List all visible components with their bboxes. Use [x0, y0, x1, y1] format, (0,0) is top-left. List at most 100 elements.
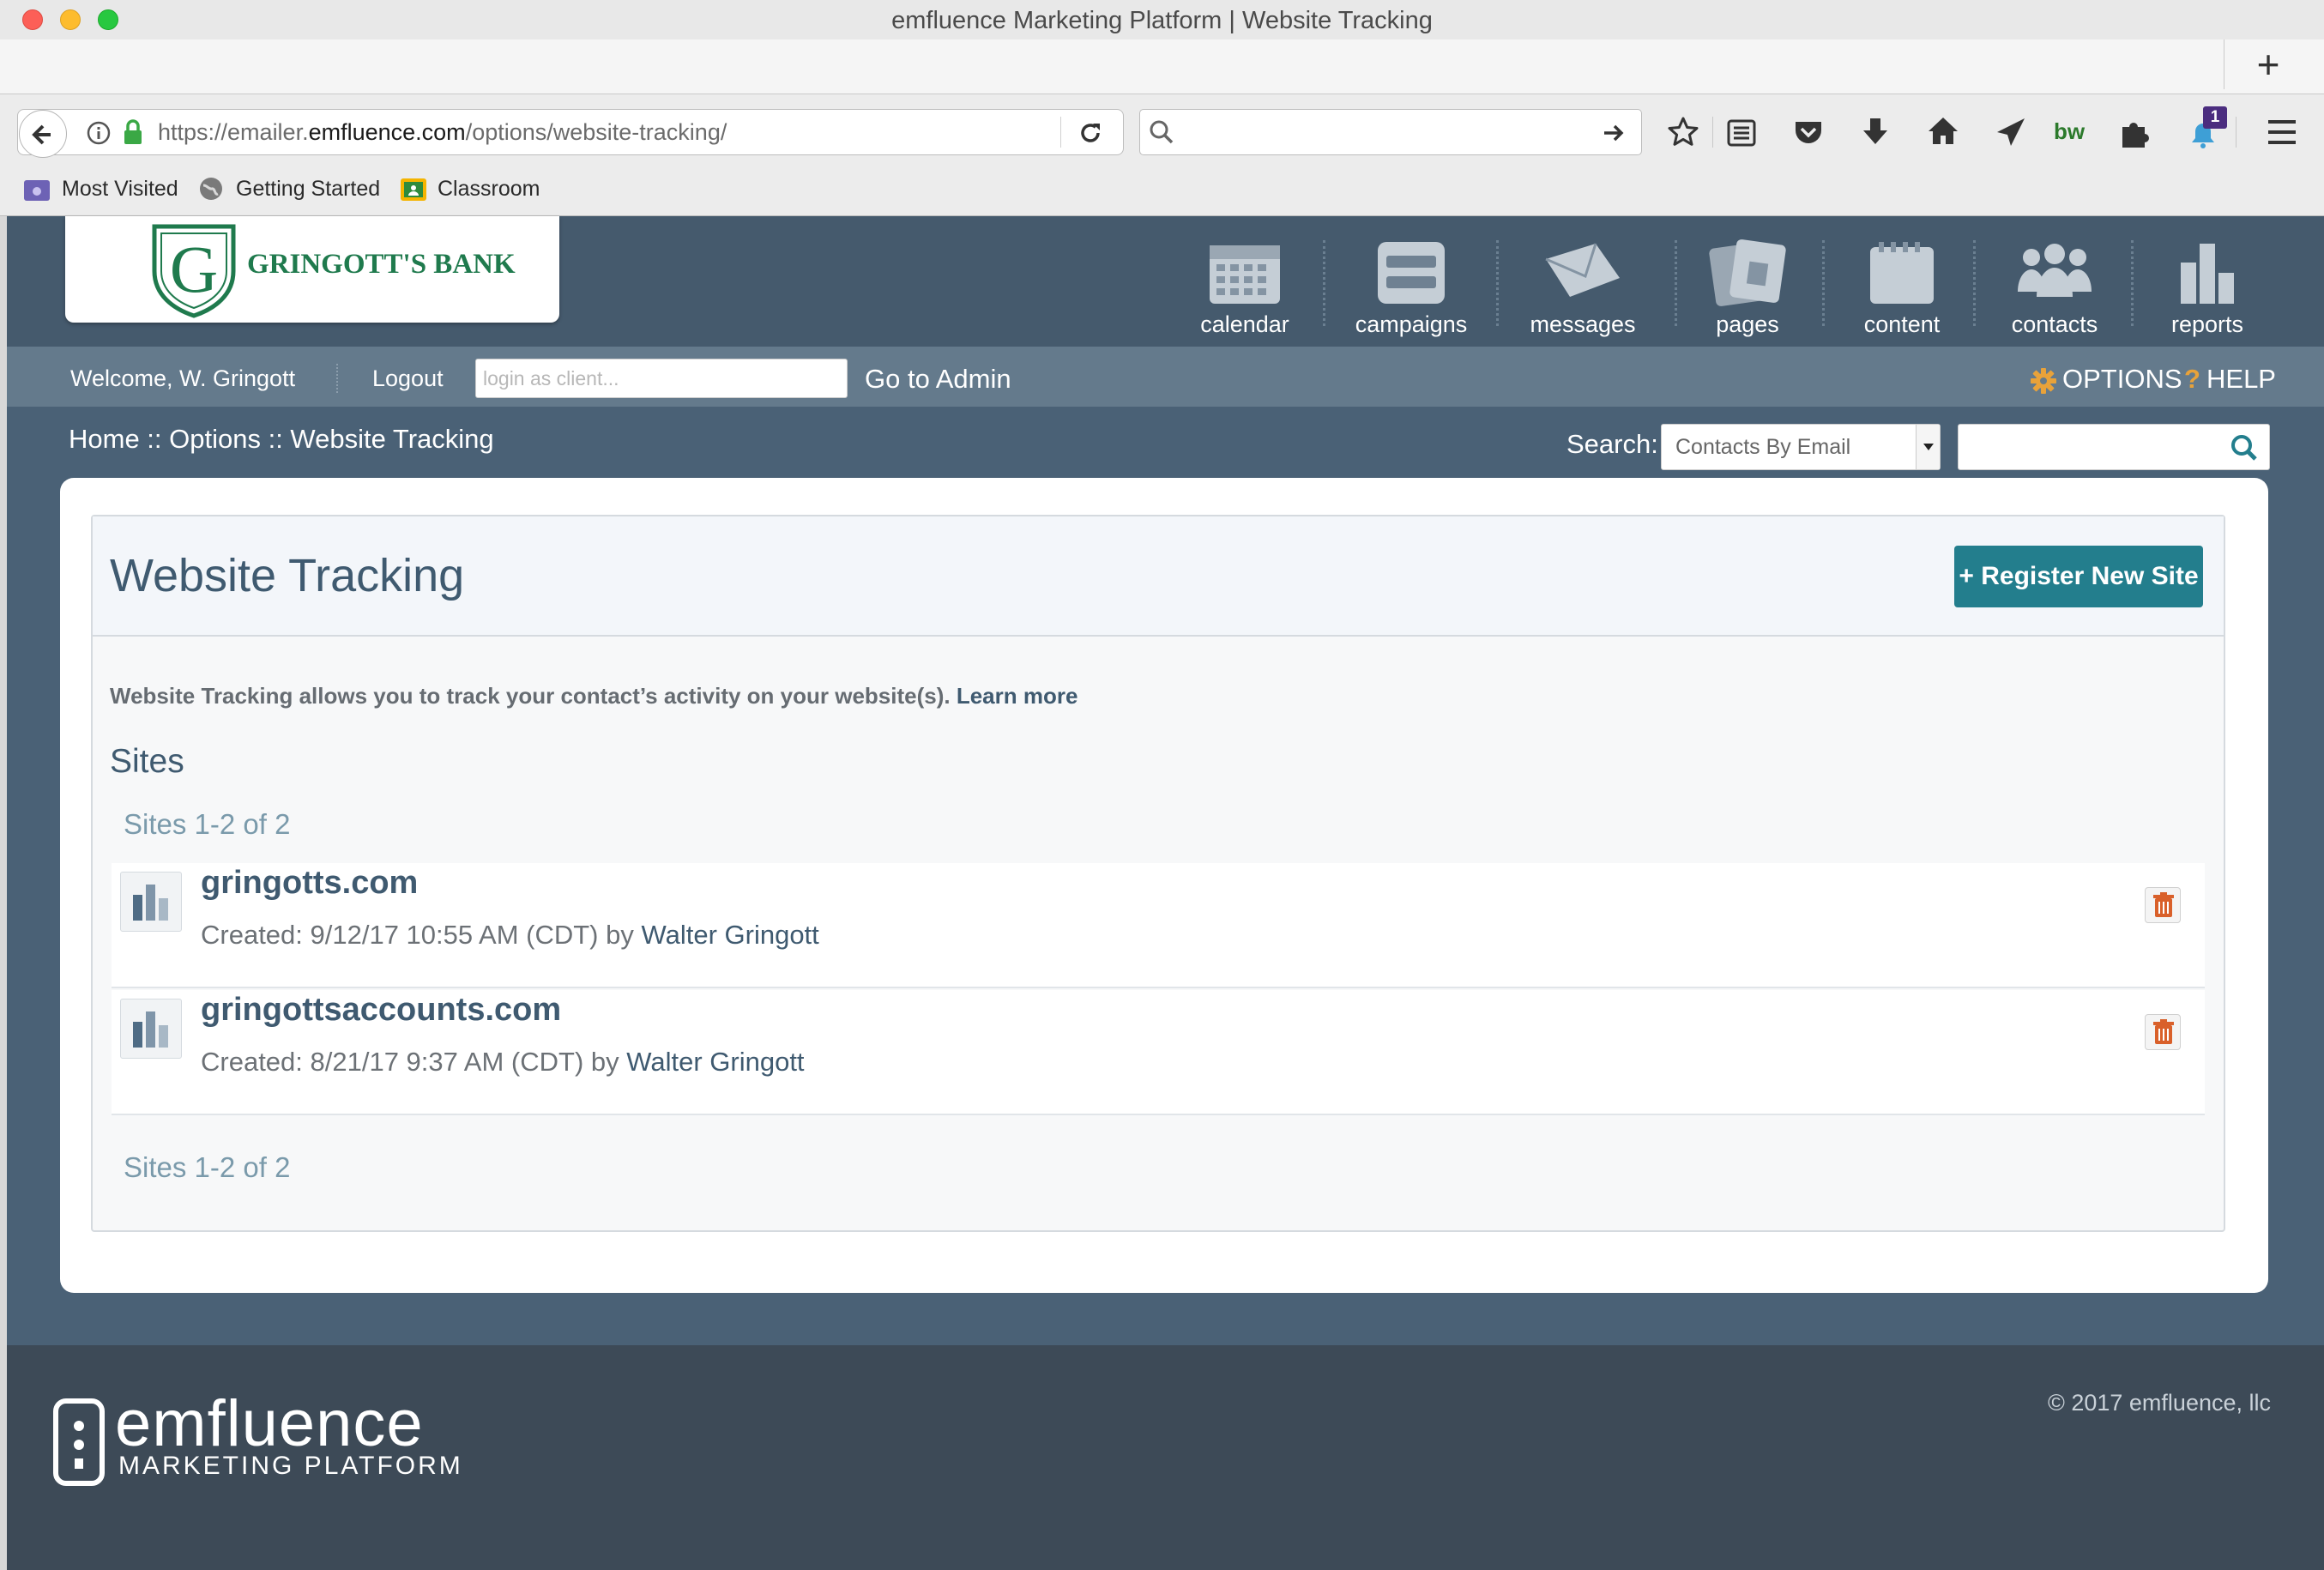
- toolbar-divider: [1712, 117, 1713, 148]
- hamburger-menu-icon[interactable]: [2265, 117, 2299, 148]
- register-new-site-button[interactable]: + Register New Site: [1954, 546, 2203, 607]
- chevron-down-icon: [1923, 444, 1934, 450]
- bw-extension-icon[interactable]: bw: [2054, 118, 2085, 145]
- back-arrow-icon: [32, 124, 51, 145]
- tab-bar: +: [0, 39, 2324, 94]
- options-link[interactable]: OPTIONS: [2062, 364, 2182, 395]
- created-text: Created: 9/12/17 10:55 AM (CDT) by: [201, 920, 634, 950]
- go-to-admin-link[interactable]: Go to Admin: [865, 364, 1011, 395]
- new-tab-plus-icon[interactable]: +: [2243, 43, 2294, 86]
- search-icon[interactable]: [2230, 433, 2259, 462]
- nav-pages[interactable]: pages: [1675, 232, 1820, 338]
- site-name-link[interactable]: gringottsaccounts.com: [201, 992, 561, 1029]
- nav-separator: [1822, 240, 1825, 326]
- footer-brand: emfluence: [115, 1387, 424, 1460]
- folder-icon: [24, 180, 50, 201]
- search-input[interactable]: [1958, 424, 2270, 470]
- emfluence-logo-icon: [53, 1398, 105, 1486]
- author-link[interactable]: Walter Gringott: [641, 920, 818, 950]
- nav-separator: [1323, 240, 1325, 326]
- nav-separator: [2131, 240, 2134, 326]
- globe-icon: [200, 178, 222, 200]
- brand-logo[interactable]: G GRINGOTT'S BANK: [65, 216, 559, 323]
- breadcrumb[interactable]: Home :: Options :: Website Tracking: [69, 424, 494, 455]
- notification-badge: 1: [2203, 106, 2227, 129]
- reports-bar-chart-icon: [2181, 244, 2234, 304]
- content-icon: [1870, 242, 1934, 304]
- login-as-client-input[interactable]: [475, 359, 848, 398]
- welcome-text: Welcome, W. Gringott: [70, 365, 296, 391]
- nav-separator: [1973, 240, 1976, 326]
- created-text: Created: 8/21/17 9:37 AM (CDT) by: [201, 1047, 619, 1077]
- footer-tagline: MARKETING PLATFORM: [118, 1452, 463, 1480]
- bar-chart-icon: [133, 885, 168, 921]
- user-bar: [7, 347, 2324, 407]
- back-button[interactable]: [19, 110, 67, 158]
- site-row[interactable]: gringottsaccounts.com Created: 8/21/17 9…: [112, 990, 2205, 1115]
- lock-icon: [124, 119, 142, 144]
- bookmark-classroom[interactable]: Classroom: [438, 177, 540, 202]
- help-link[interactable]: HELP: [2206, 364, 2276, 395]
- nav-label: calendar: [1200, 311, 1289, 337]
- bookmark-most-visited[interactable]: Most Visited: [62, 177, 178, 202]
- puzzle-extension-icon[interactable]: [2117, 115, 2152, 149]
- download-icon[interactable]: [1858, 115, 1892, 149]
- bookmark-getting-started[interactable]: Getting Started: [236, 177, 380, 202]
- delete-site-button[interactable]: [2145, 887, 2181, 923]
- nav-messages[interactable]: messages: [1510, 232, 1656, 338]
- nav-label: messages: [1530, 311, 1636, 337]
- nav-contacts[interactable]: contacts: [1982, 232, 2128, 338]
- userbar-separator: [336, 364, 338, 393]
- search-go-arrow-icon[interactable]: [1601, 120, 1627, 146]
- info-icon[interactable]: [86, 120, 112, 146]
- select-arrow: [1916, 425, 1940, 469]
- logout-link[interactable]: Logout: [372, 365, 444, 392]
- description-body: Website Tracking allows you to track you…: [110, 683, 951, 709]
- nav-campaigns[interactable]: campaigns: [1338, 232, 1484, 338]
- register-button-label: Register New Site: [1981, 562, 2199, 590]
- sites-heading: Sites: [110, 743, 184, 780]
- plus-icon: +: [1959, 562, 1974, 590]
- brand-name: GRINGOTT'S BANK: [247, 249, 516, 280]
- browser-search-box[interactable]: [1139, 109, 1642, 155]
- bar-chart-icon: [133, 1011, 168, 1048]
- search-type-selected: Contacts By Email: [1675, 435, 1851, 459]
- send-plane-icon[interactable]: [1994, 115, 2028, 149]
- gear-icon: [2031, 368, 2056, 394]
- bookmark-star-icon[interactable]: [1666, 115, 1700, 149]
- description-text: Website Tracking allows you to track you…: [110, 683, 1077, 710]
- learn-more-link[interactable]: Learn more: [957, 683, 1078, 709]
- site-row[interactable]: gringotts.com Created: 9/12/17 10:55 AM …: [112, 863, 2205, 988]
- campaigns-icon: [1378, 242, 1445, 304]
- nav-calendar[interactable]: calendar: [1172, 232, 1318, 338]
- trash-icon: [2153, 1019, 2174, 1044]
- author-link[interactable]: Walter Gringott: [626, 1047, 804, 1077]
- brand-letter: G: [169, 232, 219, 306]
- page-title: Website Tracking: [110, 550, 465, 601]
- copyright: © 2017 emfluence, llc: [2047, 1390, 2271, 1416]
- calendar-icon: [1210, 245, 1280, 304]
- contacts-people-icon: [2018, 244, 2092, 297]
- site-created: Created: 9/12/17 10:55 AM (CDT) by Walte…: [201, 920, 819, 951]
- site-name-link[interactable]: gringotts.com: [201, 865, 418, 902]
- trash-icon: [2153, 892, 2174, 917]
- search-label: Search:: [1566, 429, 1658, 459]
- search-icon: [1150, 120, 1174, 144]
- pager-bottom: Sites 1-2 of 2: [124, 1151, 291, 1183]
- reload-icon[interactable]: [1076, 118, 1105, 148]
- home-icon[interactable]: [1925, 113, 1961, 149]
- site-created: Created: 8/21/17 9:37 AM (CDT) by Walter…: [201, 1047, 805, 1078]
- url-text[interactable]: https://emailer.emfluence.com/options/we…: [158, 119, 727, 146]
- nav-label: pages: [1716, 311, 1779, 337]
- delete-site-button[interactable]: [2145, 1014, 2181, 1050]
- search-type-select[interactable]: Contacts By Email: [1661, 424, 1941, 470]
- site-report-icon-button[interactable]: [120, 999, 182, 1059]
- url-divider: [1060, 117, 1061, 148]
- nav-reports[interactable]: reports: [2134, 232, 2280, 338]
- pocket-icon[interactable]: [1791, 115, 1826, 149]
- reader-list-icon[interactable]: [1724, 117, 1759, 149]
- site-report-icon-button[interactable]: [120, 872, 182, 932]
- nav-content[interactable]: content: [1829, 232, 1975, 338]
- nav-label: content: [1863, 311, 1941, 337]
- envelope-icon: [1545, 243, 1620, 297]
